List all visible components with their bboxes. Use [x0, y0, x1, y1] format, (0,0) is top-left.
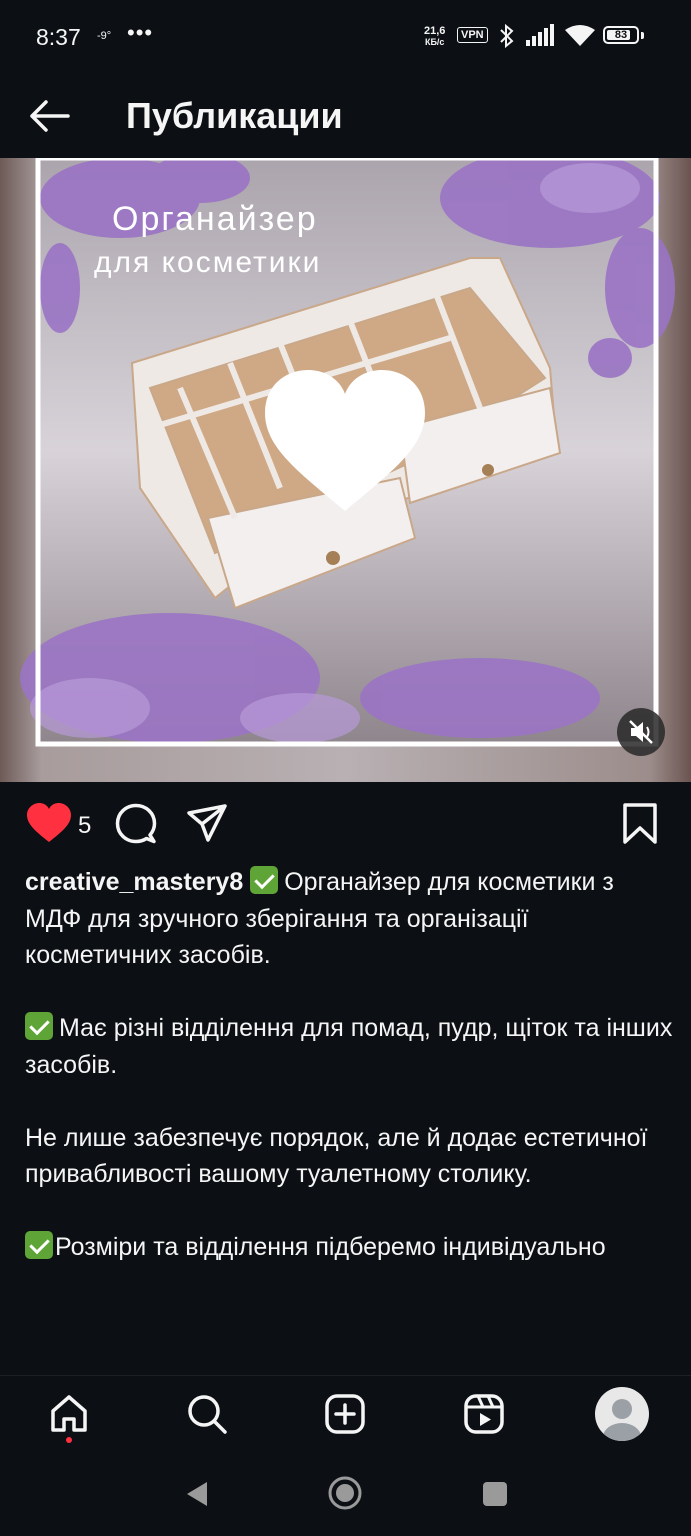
vpn-badge: VPN — [457, 27, 488, 43]
check-emoji-icon — [25, 1012, 53, 1040]
reels-icon — [464, 1394, 504, 1434]
status-temperature: -9° — [97, 30, 112, 42]
heart-icon — [27, 803, 71, 842]
save-button[interactable] — [620, 802, 660, 846]
tab-home[interactable] — [45, 1390, 93, 1438]
post-actions: 5 — [0, 782, 691, 866]
tab-profile-avatar[interactable] — [595, 1387, 649, 1441]
arrow-left-icon — [30, 100, 70, 132]
back-button[interactable] — [24, 90, 76, 142]
wifi-icon — [563, 24, 597, 53]
square-recents-icon — [483, 1482, 507, 1506]
home-notification-dot — [66, 1437, 72, 1443]
status-more-dots: ••• — [127, 20, 154, 45]
plus-square-icon — [325, 1394, 365, 1434]
caption-paragraph-2: Має різні відділення для помад, пудр, щі… — [25, 1010, 675, 1083]
comment-icon — [115, 803, 157, 844]
share-button[interactable] — [185, 802, 229, 846]
post-caption: creative_mastery8 Органайзер для космети… — [25, 864, 675, 1266]
caption-paragraph-3: Не лише забезпечує порядок, але й додає … — [25, 1123, 648, 1189]
signal-icon — [524, 24, 556, 53]
page-title: Публикации — [126, 95, 343, 136]
network-speed-value: 21,6 — [424, 25, 446, 37]
avatar — [603, 1399, 641, 1441]
search-icon — [188, 1395, 227, 1434]
like-count[interactable]: 5 — [78, 812, 91, 840]
system-navigation-bar — [0, 1455, 691, 1536]
post-username[interactable]: creative_mastery8 — [25, 868, 243, 896]
circle-home-icon — [328, 1476, 362, 1510]
triangle-back-icon — [187, 1482, 207, 1506]
battery-icon: 83 — [603, 26, 639, 44]
status-time: 8:37 — [36, 24, 81, 50]
caption-text-4: Розміри та відділення підберемо індивіду… — [55, 1233, 606, 1261]
bottom-tab-bar — [0, 1375, 691, 1456]
comment-button[interactable] — [114, 802, 158, 846]
post-media[interactable]: Органайзер для косметики — [0, 158, 691, 782]
tab-create[interactable] — [321, 1390, 369, 1438]
media-overlay-subtitle: для косметики — [94, 246, 322, 279]
network-speed-unit: КБ/с — [424, 37, 445, 47]
battery-tip — [641, 32, 644, 39]
tab-reels[interactable] — [460, 1390, 508, 1438]
speaker-muted-icon — [629, 720, 653, 744]
home-icon — [51, 1395, 87, 1432]
bookmark-icon — [623, 803, 657, 844]
check-emoji-icon — [25, 1231, 53, 1259]
system-back-button[interactable] — [183, 1479, 209, 1509]
mute-button[interactable] — [617, 708, 665, 756]
system-home-button[interactable] — [327, 1475, 363, 1511]
media-overlay-title: Органайзер — [112, 200, 318, 238]
status-bar: 8:37 -9° ••• 21,6 КБ/с VPN 83 — [0, 0, 691, 76]
bluetooth-icon — [498, 23, 516, 53]
tab-search[interactable] — [183, 1390, 231, 1438]
top-header: Публикации — [0, 76, 691, 158]
caption-paragraph-4: Розміри та відділення підберемо індивіду… — [25, 1229, 675, 1266]
network-speed: 21,6 КБ/с — [424, 26, 445, 48]
caption-text-2: Має різні відділення для помад, пудр, щі… — [25, 1014, 673, 1079]
system-recents-button[interactable] — [482, 1481, 508, 1507]
paper-plane-icon — [187, 804, 227, 842]
check-emoji-icon — [250, 866, 279, 894]
caption-paragraph-1: creative_mastery8 Органайзер для космети… — [25, 864, 675, 974]
like-button[interactable] — [25, 802, 73, 846]
battery-percent: 83 — [614, 29, 628, 41]
